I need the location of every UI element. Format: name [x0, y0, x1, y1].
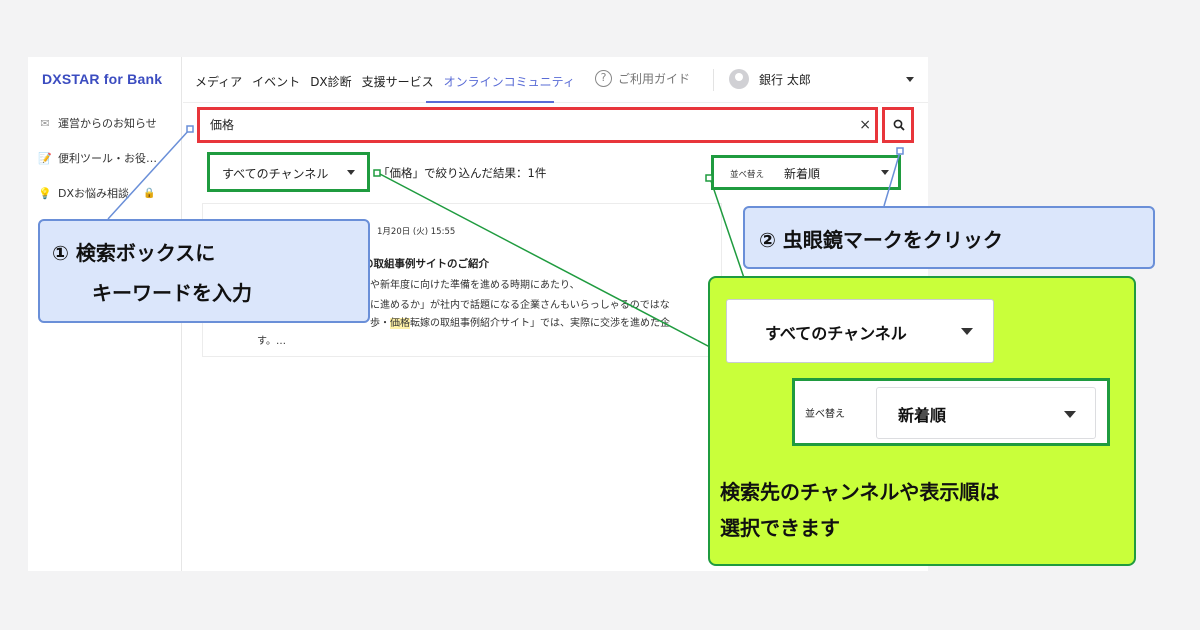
callout-text: 検索先のチャンネルや表示順は [720, 480, 1000, 504]
callout-click-search: ② 虫眼鏡マークをクリック [743, 206, 1155, 269]
sort-value: 新着順 [898, 406, 947, 425]
chevron-down-icon [961, 328, 973, 335]
callout-text: 選択できます [720, 516, 840, 540]
sort-select-zoomed: 並べ替え 新着順 [792, 378, 1110, 446]
channel-select-zoomed: すべてのチャンネル [726, 299, 994, 363]
sort-label: 並べ替え [805, 409, 845, 420]
channel-select-label: すべてのチャンネル [765, 324, 907, 343]
callout-enter-keyword: ① 検索ボックスに キーワードを入力 [38, 219, 370, 323]
chevron-down-icon [1064, 411, 1076, 418]
callout-filter-explanation: すべてのチャンネル 並べ替え 新着順 検索先のチャンネルや表示順は 選択できます [708, 276, 1136, 566]
sort-dropdown: 新着順 [876, 387, 1096, 439]
callout-text: ① 検索ボックスに [52, 241, 216, 265]
callout-text: ② 虫眼鏡マークをクリック [759, 228, 1003, 252]
callout-text: キーワードを入力 [92, 281, 252, 305]
